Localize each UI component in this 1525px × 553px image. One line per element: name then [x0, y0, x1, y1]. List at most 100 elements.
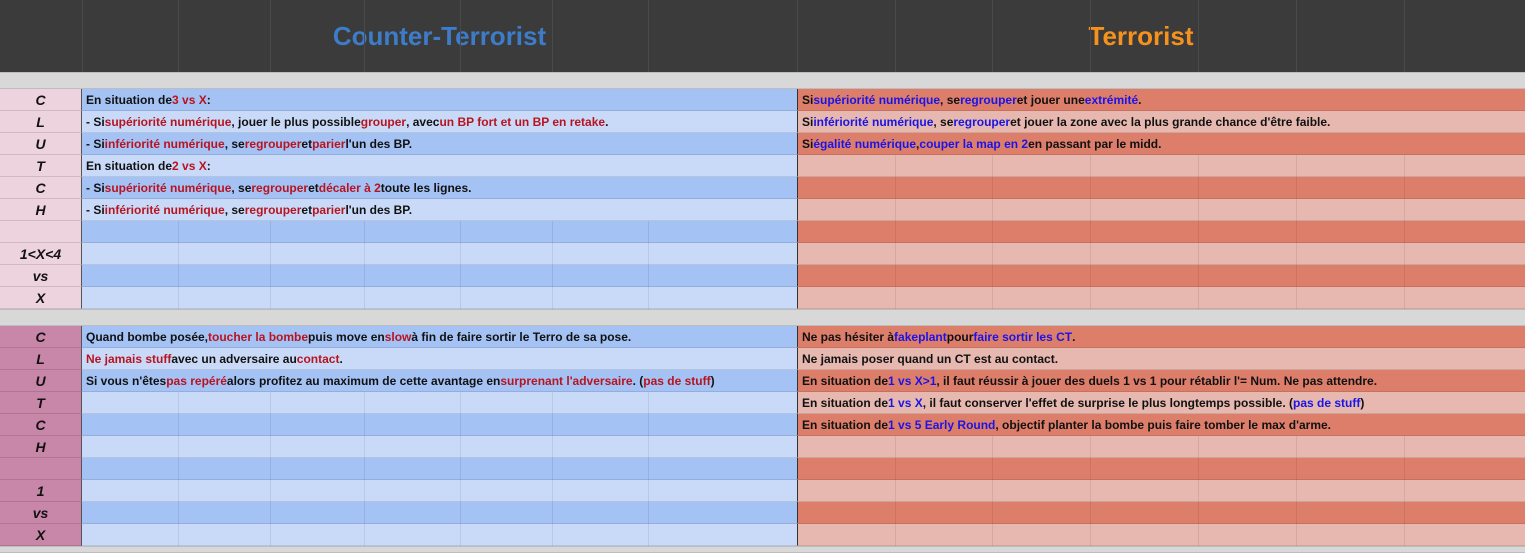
- row-label-cell[interactable]: H: [0, 436, 82, 458]
- t-cell[interactable]: [798, 199, 1525, 221]
- row-label-cell[interactable]: X: [0, 287, 82, 309]
- t-cell[interactable]: [798, 436, 1525, 458]
- row-label-cell[interactable]: vs: [0, 502, 82, 524]
- t-cell[interactable]: [798, 502, 1525, 524]
- row-label-cell[interactable]: T: [0, 155, 82, 177]
- text-run: , avec: [406, 114, 440, 129]
- text-run: .: [605, 114, 609, 129]
- t-cell[interactable]: [798, 480, 1525, 502]
- gridline: [648, 414, 649, 436]
- t-cell[interactable]: [798, 524, 1525, 546]
- t-cell[interactable]: Si égalité numérique, couper la map en 2…: [798, 133, 1525, 155]
- section-separator: [0, 309, 1525, 326]
- header-gridline: [82, 0, 83, 72]
- gridline: [1404, 221, 1405, 243]
- ct-cell[interactable]: [82, 392, 798, 414]
- row-label-cell[interactable]: U: [0, 370, 82, 392]
- t-cell[interactable]: Ne jamais poser quand un CT est au conta…: [798, 348, 1525, 370]
- text-run: , se: [224, 202, 245, 217]
- row-label-cell[interactable]: [0, 458, 82, 480]
- ct-cell[interactable]: [82, 414, 798, 436]
- t-title[interactable]: Terrorist: [798, 0, 1484, 72]
- text-run: et jouer la zone avec la plus grande cha…: [1010, 114, 1331, 129]
- t-cell[interactable]: Si supériorité numérique, se regrouper e…: [798, 89, 1525, 111]
- t-cell[interactable]: En situation de 1 vs X, il faut conserve…: [798, 392, 1525, 414]
- row-label-cell[interactable]: C: [0, 89, 82, 111]
- gridline: [992, 458, 993, 480]
- text-run: .: [1138, 92, 1142, 107]
- highlight-text: grouper: [360, 114, 407, 129]
- text-run: , se: [933, 114, 954, 129]
- row-label-cell[interactable]: T: [0, 392, 82, 414]
- gridline: [895, 265, 896, 287]
- header-gridline: [648, 0, 649, 72]
- gridline: [178, 480, 179, 502]
- gridline: [552, 414, 553, 436]
- ct-cell[interactable]: [82, 287, 798, 309]
- row-label-cell[interactable]: 1: [0, 480, 82, 502]
- t-cell[interactable]: [798, 221, 1525, 243]
- t-cell[interactable]: En situation de 1 vs 5 Early Round, obje…: [798, 414, 1525, 436]
- t-cell[interactable]: Ne pas hésiter à fakeplant pour faire so…: [798, 326, 1525, 348]
- gridline: [270, 436, 271, 458]
- row-label-cell[interactable]: [0, 221, 82, 243]
- t-cell[interactable]: [798, 155, 1525, 177]
- ct-cell[interactable]: [82, 436, 798, 458]
- row-label-cell[interactable]: C: [0, 414, 82, 436]
- t-cell[interactable]: [798, 265, 1525, 287]
- t-cell[interactable]: [798, 243, 1525, 265]
- gridline: [1090, 436, 1091, 458]
- ct-cell[interactable]: Si vous n'êtes pas repéré alors profitez…: [82, 370, 798, 392]
- gridline: [895, 199, 896, 221]
- ct-title[interactable]: Counter-Terrorist: [82, 0, 797, 72]
- ct-cell[interactable]: Quand bombe posée, toucher la bombe puis…: [82, 326, 798, 348]
- ct-cell[interactable]: - Si infériorité numérique, se regrouper…: [82, 199, 798, 221]
- gridline: [1296, 155, 1297, 177]
- section1-row: X: [0, 287, 1525, 309]
- ct-cell[interactable]: [82, 221, 798, 243]
- ct-cell[interactable]: En situation de 2 vs X :: [82, 155, 798, 177]
- highlight-text: supériorité numérique: [813, 92, 941, 107]
- ct-cell[interactable]: En situation de 3 vs X :: [82, 89, 798, 111]
- gridline: [460, 392, 461, 414]
- ct-cell[interactable]: [82, 265, 798, 287]
- ct-cell[interactable]: - Si supériorité numérique, se regrouper…: [82, 177, 798, 199]
- row-label-cell[interactable]: L: [0, 111, 82, 133]
- row-label-cell[interactable]: vs: [0, 265, 82, 287]
- row-label-cell[interactable]: L: [0, 348, 82, 370]
- gridline: [1404, 502, 1405, 524]
- gridline: [992, 199, 993, 221]
- ct-cell[interactable]: [82, 502, 798, 524]
- ct-cell[interactable]: [82, 480, 798, 502]
- row-label-cell[interactable]: H: [0, 199, 82, 221]
- ct-cell[interactable]: [82, 458, 798, 480]
- gridline: [1296, 524, 1297, 546]
- ct-cell[interactable]: [82, 524, 798, 546]
- ct-cell[interactable]: - Si infériorité numérique, se regrouper…: [82, 133, 798, 155]
- row-label-cell[interactable]: X: [0, 524, 82, 546]
- row-label-cell[interactable]: U: [0, 133, 82, 155]
- gridline: [552, 502, 553, 524]
- row-label-cell[interactable]: 1<X<4: [0, 243, 82, 265]
- ct-cell[interactable]: [82, 243, 798, 265]
- gridline: [460, 436, 461, 458]
- gridline: [364, 392, 365, 414]
- text-run: , se: [224, 136, 245, 151]
- ct-cell[interactable]: - Si supériorité numérique, jouer le plu…: [82, 111, 798, 133]
- t-cell[interactable]: En situation de 1 vs X>1, il faut réussi…: [798, 370, 1525, 392]
- gridline: [178, 221, 179, 243]
- t-cell[interactable]: Si infériorité numérique, se regrouper e…: [798, 111, 1525, 133]
- gridline: [648, 221, 649, 243]
- spreadsheet: Counter-Terrorist Terrorist C En situatio…: [0, 0, 1525, 553]
- gridline: [552, 243, 553, 265]
- row-label-cell[interactable]: C: [0, 177, 82, 199]
- t-cell[interactable]: [798, 177, 1525, 199]
- header-gridline: [270, 0, 271, 72]
- ct-cell[interactable]: Ne jamais stuff avec un adversaire au co…: [82, 348, 798, 370]
- row-label-cell[interactable]: C: [0, 326, 82, 348]
- gridline: [1198, 265, 1199, 287]
- t-cell[interactable]: [798, 287, 1525, 309]
- t-cell[interactable]: [798, 458, 1525, 480]
- highlight-text: 1 vs X>1: [888, 373, 937, 388]
- gridline: [1198, 199, 1199, 221]
